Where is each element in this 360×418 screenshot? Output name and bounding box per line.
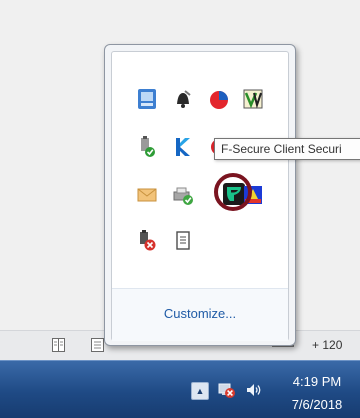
clock-time: 4:19 PM (292, 374, 342, 389)
customize-link[interactable]: Customize... (112, 306, 288, 321)
clipboard-icon[interactable] (172, 230, 194, 252)
tray-overflow-flyout: Customize... (104, 44, 296, 346)
customize-section: Customize... (112, 288, 288, 341)
f-secure-tooltip: F-Secure Client Securi (214, 138, 360, 160)
mail-icon[interactable] (136, 184, 158, 206)
vm-app-icon[interactable] (242, 88, 264, 110)
read-mode-icon[interactable] (52, 338, 65, 352)
tray-icon-grid (112, 52, 288, 282)
network-disconnected-icon[interactable] (218, 381, 236, 399)
system-clock[interactable]: 4:19 PM 7/6/2018 (272, 373, 360, 413)
zoom-level-text[interactable]: + 120 (312, 338, 342, 352)
taskbar: ▲ 4:19 PM 7/6/2018 (0, 360, 360, 418)
usb-device-icon[interactable] (136, 136, 158, 158)
printer-check-icon[interactable] (172, 184, 194, 206)
usb-error-icon[interactable] (136, 230, 158, 252)
tray-overflow-panel: Customize... (111, 51, 289, 341)
network-status-icon[interactable] (136, 88, 158, 110)
highlight-circle (214, 173, 252, 211)
notification-bell-icon[interactable] (172, 88, 194, 110)
blue-k-app-icon[interactable] (172, 136, 194, 158)
print-layout-icon[interactable] (91, 338, 104, 352)
show-hidden-icons-button[interactable]: ▲ (191, 382, 209, 400)
pie-chart-icon[interactable] (208, 88, 230, 110)
volume-icon[interactable] (245, 381, 263, 399)
clock-date: 7/6/2018 (291, 397, 343, 412)
